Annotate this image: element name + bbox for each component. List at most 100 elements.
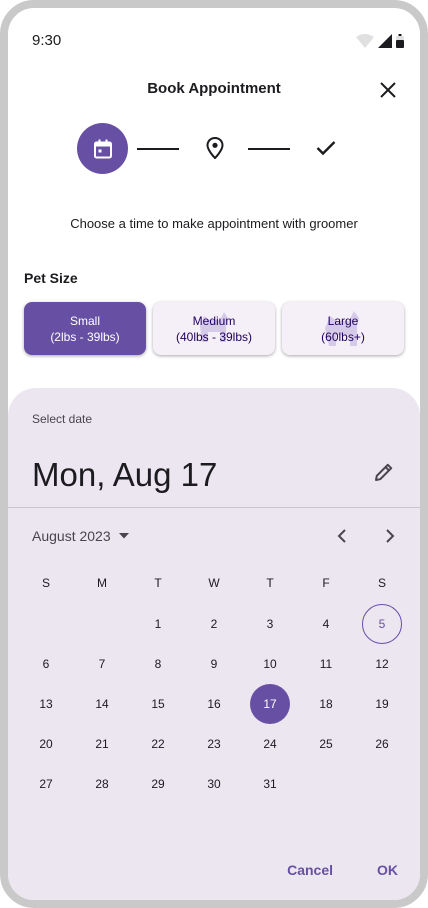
step-location[interactable] <box>203 136 227 160</box>
day-button[interactable]: 8 <box>138 644 178 684</box>
day-button[interactable]: 28 <box>82 764 122 804</box>
day-button[interactable]: 25 <box>306 724 346 764</box>
calendar-day-cell: 4 <box>298 604 354 644</box>
instruction-text: Choose a time to make appointment with g… <box>70 216 358 231</box>
edit-date-button[interactable] <box>372 460 396 484</box>
day-button[interactable]: 7 <box>82 644 122 684</box>
weekday-label: T <box>154 576 162 590</box>
close-button[interactable] <box>376 78 400 102</box>
day-button[interactable]: 19 <box>362 684 402 724</box>
pet-size-range: (60lbs+) <box>321 329 365 344</box>
day-button[interactable]: 12 <box>362 644 402 684</box>
calendar-day-cell: 19 <box>354 684 410 724</box>
pet-size-small-button[interactable]: Small (2lbs - 39lbs) <box>24 302 146 355</box>
calendar-day-cell: 2 <box>186 604 242 644</box>
day-button[interactable]: 21 <box>82 724 122 764</box>
calendar-day-cell: 28 <box>74 764 130 804</box>
pet-size-options: Small (2lbs - 39lbs) Medium (40lbs - 39l… <box>24 302 404 355</box>
day-button[interactable]: 1 <box>138 604 178 644</box>
month-year-label: August 2023 <box>32 528 111 544</box>
day-button[interactable]: 30 <box>194 764 234 804</box>
cancel-button[interactable]: Cancel <box>281 858 339 882</box>
calendar-day-cell: 7 <box>74 644 130 684</box>
day-button[interactable]: 31 <box>250 764 290 804</box>
month-year-dropdown[interactable]: August 2023 <box>32 528 129 544</box>
day-button[interactable]: 26 <box>362 724 402 764</box>
chevron-left-icon <box>337 529 346 543</box>
chevron-right-icon <box>386 529 395 543</box>
calendar-day-cell: 26 <box>354 724 410 764</box>
today-day-button[interactable]: 5 <box>362 604 402 644</box>
pet-size-large-button[interactable]: Large (60lbs+) <box>282 302 404 355</box>
weekday-label: W <box>208 576 220 590</box>
next-month-button[interactable] <box>378 524 402 548</box>
calendar-day-cell: 16 <box>186 684 242 724</box>
step-connector <box>137 148 179 150</box>
step-confirm[interactable] <box>314 136 338 160</box>
day-button[interactable]: 16 <box>194 684 234 724</box>
day-button[interactable]: 9 <box>194 644 234 684</box>
selected-date-headline: Mon, Aug 17 <box>32 456 218 493</box>
day-button[interactable]: 20 <box>26 724 66 764</box>
weekday-label: M <box>97 576 107 590</box>
dialog-actions: Cancel OK <box>281 858 404 882</box>
status-time: 9:30 <box>32 32 62 49</box>
day-button[interactable]: 15 <box>138 684 178 724</box>
previous-month-button[interactable] <box>330 524 354 548</box>
calendar-day-grid: 1 2 3 4 5 6 7 8 9 10 11 12 13 14 15 16 17 18 19 20 21 22 23 24 2… <box>18 604 410 804</box>
calendar-day-cell: 17 <box>242 684 298 724</box>
step-date[interactable] <box>77 123 128 174</box>
battery-icon <box>396 34 404 48</box>
day-button[interactable]: 2 <box>194 604 234 644</box>
calendar-day-cell: 9 <box>186 644 242 684</box>
day-button[interactable]: 23 <box>194 724 234 764</box>
pet-size-medium-button[interactable]: Medium (40lbs - 39lbs) <box>153 302 275 355</box>
pet-size-name: Large <box>327 313 359 328</box>
day-button[interactable]: 22 <box>138 724 178 764</box>
date-picker-sheet: Select date Mon, Aug 17 August 2023 S M … <box>8 388 420 900</box>
weekday-header: S M T W T F S <box>18 576 410 590</box>
calendar-day-cell: 30 <box>186 764 242 804</box>
calendar-day-cell: 5 <box>354 604 410 644</box>
phone-frame: 9:30 Book Appointment Choose a time to m… <box>0 0 428 908</box>
calendar-day-cell: 29 <box>130 764 186 804</box>
calendar-day-cell: 1 <box>130 604 186 644</box>
pet-size-name: Small <box>69 313 100 328</box>
calendar-blank-cell <box>18 604 74 644</box>
weekday-label: S <box>41 576 50 590</box>
calendar-day-cell: 10 <box>242 644 298 684</box>
calendar-day-cell: 21 <box>74 724 130 764</box>
close-icon <box>380 82 396 98</box>
weekday-label: T <box>266 576 274 590</box>
weekday-label: F <box>322 576 330 590</box>
day-button[interactable]: 11 <box>306 644 346 684</box>
day-button[interactable]: 24 <box>250 724 290 764</box>
calendar-day-cell: 14 <box>74 684 130 724</box>
calendar-day-cell: 13 <box>18 684 74 724</box>
calendar-day-cell: 31 <box>242 764 298 804</box>
day-button[interactable]: 14 <box>82 684 122 724</box>
pet-size-range: (2lbs - 39lbs) <box>50 329 120 344</box>
day-button[interactable]: 4 <box>306 604 346 644</box>
day-button[interactable]: 6 <box>26 644 66 684</box>
calendar-blank-cell <box>74 604 130 644</box>
pencil-icon <box>375 463 393 481</box>
calendar-day-cell: 25 <box>298 724 354 764</box>
ok-button[interactable]: OK <box>371 858 404 882</box>
calendar-day-cell: 18 <box>298 684 354 724</box>
day-button[interactable]: 29 <box>138 764 178 804</box>
day-button[interactable]: 3 <box>250 604 290 644</box>
calendar-icon <box>93 139 112 158</box>
calendar-day-cell: 22 <box>130 724 186 764</box>
pet-size-name: Medium <box>192 313 236 328</box>
day-button[interactable]: 13 <box>26 684 66 724</box>
day-button[interactable]: 10 <box>250 644 290 684</box>
selected-day-button[interactable]: 17 <box>250 684 290 724</box>
divider <box>8 507 420 508</box>
day-button[interactable]: 27 <box>26 764 66 804</box>
step-connector <box>248 148 290 150</box>
pet-size-range: (40lbs - 39lbs) <box>175 329 253 344</box>
pet-size-heading: Pet Size <box>24 270 78 286</box>
day-button[interactable]: 18 <box>306 684 346 724</box>
calendar-day-cell: 6 <box>18 644 74 684</box>
